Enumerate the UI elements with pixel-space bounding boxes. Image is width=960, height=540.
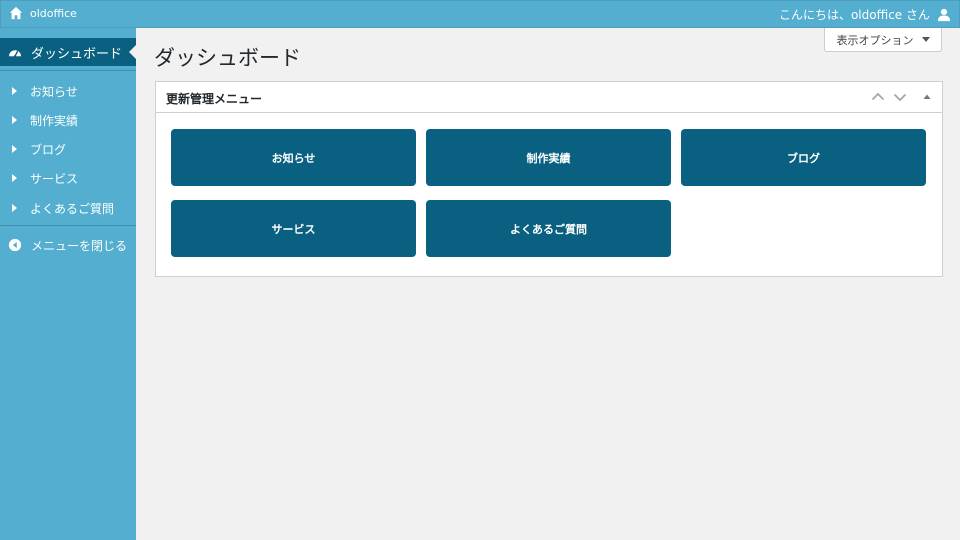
current-indicator (129, 45, 136, 59)
button-label: お知らせ (271, 151, 316, 165)
page-title: ダッシュボード (154, 46, 301, 70)
collapse-icon (8, 238, 22, 252)
arrow-right-icon (12, 87, 17, 95)
arrow-right-icon (12, 174, 17, 182)
site-link[interactable]: oldoffice (9, 6, 77, 20)
sidebar-item-blog[interactable]: ブログ (0, 136, 136, 162)
sidebar-item-faq[interactable]: よくあるご質問 (0, 195, 136, 221)
sidebar-item-label: ダッシュボード (31, 46, 123, 62)
arrow-right-icon (12, 116, 17, 124)
service-button[interactable]: サービス (171, 200, 416, 257)
button-label: よくあるご質問 (510, 222, 587, 236)
arrow-right-icon (12, 204, 17, 212)
sidebar-item-label: サービス (30, 171, 79, 186)
sidebar-item-label: よくあるご質問 (30, 201, 115, 216)
widget-title: 更新管理メニュー (166, 92, 263, 106)
collapse-label: メニューを閉じる (31, 238, 128, 253)
news-button[interactable]: お知らせ (171, 129, 416, 186)
divider (0, 70, 136, 71)
button-label: 制作実績 (526, 151, 571, 165)
home-icon (9, 6, 23, 20)
greeting-text: こんにちは、oldoffice さん (778, 8, 930, 22)
sidebar-item-label: 制作実績 (30, 113, 79, 128)
sidebar: ダッシュボード お知らせ 制作実績 ブログ サービス よくあるご質問 メニューを… (0, 28, 136, 540)
divider (0, 225, 136, 226)
screen-options-label: 表示オプション (836, 33, 914, 47)
blog-button[interactable]: ブログ (681, 129, 926, 186)
collapse-menu-button[interactable]: メニューを閉じる (0, 233, 136, 257)
arrow-right-icon (12, 145, 17, 153)
sidebar-item-label: お知らせ (30, 84, 78, 99)
site-name: oldoffice (30, 6, 77, 20)
user-icon (937, 8, 951, 21)
button-label: サービス (271, 222, 316, 236)
admin-bar: oldoffice こんにちは、oldoffice さん (0, 0, 960, 28)
sidebar-item-news[interactable]: お知らせ (0, 78, 136, 104)
sidebar-item-service[interactable]: サービス (0, 165, 136, 191)
widget-header: 更新管理メニュー (156, 82, 942, 113)
faq-button[interactable]: よくあるご質問 (426, 200, 671, 257)
screen-options-button[interactable]: 表示オプション (824, 28, 942, 52)
works-button[interactable]: 制作実績 (426, 129, 671, 186)
toggle-panel-icon[interactable] (918, 88, 936, 106)
chevron-up-icon[interactable] (869, 88, 887, 106)
sidebar-item-works[interactable]: 制作実績 (0, 107, 136, 133)
update-menu-widget: 更新管理メニュー お知らせ 制作実績 ブログ サービス よくあるご質問 (155, 81, 943, 277)
button-label: ブログ (787, 151, 820, 165)
sidebar-item-label: ブログ (30, 142, 67, 157)
chevron-down-icon[interactable] (891, 88, 909, 106)
dashboard-icon (9, 50, 21, 58)
sidebar-item-dashboard[interactable]: ダッシュボード (0, 38, 136, 66)
account-menu[interactable]: こんにちは、oldoffice さん (779, 6, 951, 23)
caret-down-icon (921, 37, 930, 42)
